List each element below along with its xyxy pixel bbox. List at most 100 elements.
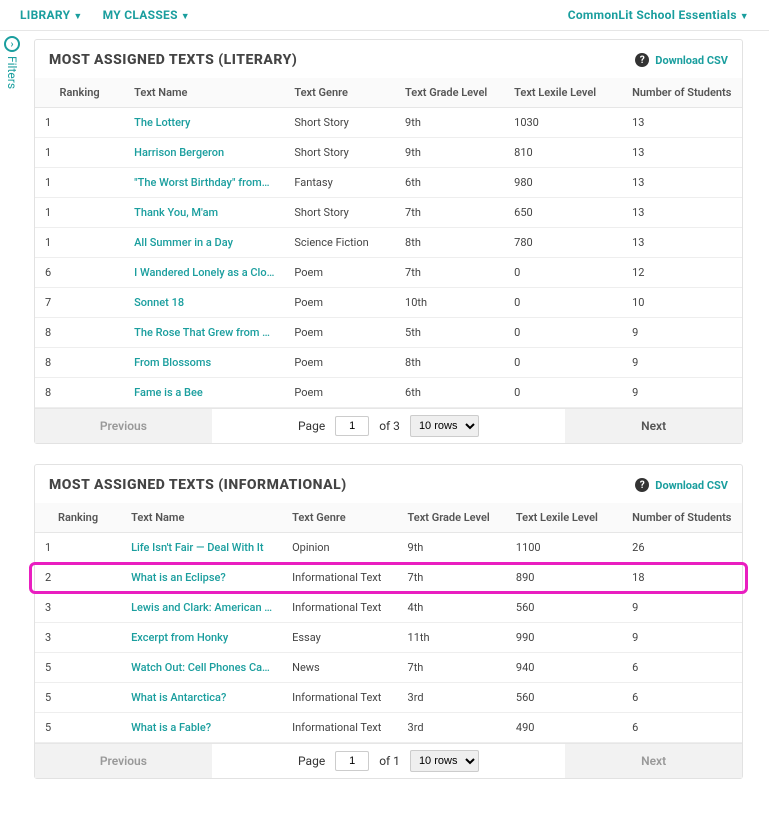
col-ranking[interactable]: Ranking [35, 503, 121, 533]
rows-select[interactable]: 10 rows [410, 415, 479, 437]
cell-rank: 2 [35, 563, 121, 593]
col-students[interactable]: Number of Students [622, 503, 742, 533]
cell-text-name[interactable]: What is a Fable? [121, 713, 282, 743]
cell-grade: 11th [398, 623, 506, 653]
cell-grade: 10th [395, 288, 504, 318]
col-text-name[interactable]: Text Name [121, 503, 282, 533]
cell-lexile: 890 [506, 563, 622, 593]
cell-text-name[interactable]: Sonnet 18 [124, 288, 284, 318]
rows-select[interactable]: 10 rows [410, 750, 479, 772]
next-button: Next [565, 744, 742, 778]
cell-text-name[interactable]: Harrison Bergeron [124, 138, 284, 168]
cell-students: 6 [622, 713, 742, 743]
cell-students: 18 [622, 563, 742, 593]
cell-text-name[interactable]: All Summer in a Day [124, 228, 284, 258]
cell-rank: 8 [35, 318, 124, 348]
cell-rank: 1 [35, 533, 121, 563]
of-pages: of 1 [379, 754, 400, 768]
cell-rank: 5 [35, 653, 121, 683]
previous-button: Previous [35, 744, 212, 778]
page-label: Page [298, 419, 325, 433]
cell-students: 10 [622, 288, 742, 318]
filters-toggle[interactable]: › Filters [4, 36, 20, 89]
cell-text-name[interactable]: Lewis and Clark: American … [121, 593, 282, 623]
panel-informational-title: MOST ASSIGNED TEXTS (INFORMATIONAL) [49, 477, 347, 493]
table-row: 8The Rose That Grew from …Poem5th09 [35, 318, 742, 348]
cell-genre: Informational Text [282, 593, 397, 623]
cell-text-name[interactable]: "The Worst Birthday" from… [124, 168, 284, 198]
cell-genre: Poem [284, 288, 395, 318]
col-students[interactable]: Number of Students [622, 78, 742, 108]
cell-genre: Poem [284, 258, 395, 288]
chevron-down-icon: ▼ [73, 12, 82, 22]
cell-students: 13 [622, 228, 742, 258]
cell-text-name[interactable]: Thank You, M'am [124, 198, 284, 228]
cell-lexile: 780 [504, 228, 622, 258]
table-row: 3Excerpt from HonkyEssay11th9909 [35, 623, 742, 653]
cell-lexile: 980 [504, 168, 622, 198]
table-row: 5What is a Fable?Informational Text3rd49… [35, 713, 742, 743]
page-input[interactable] [335, 416, 369, 436]
cell-text-name[interactable]: What is an Eclipse? [121, 563, 282, 593]
table-row: 1All Summer in a DayScience Fiction8th78… [35, 228, 742, 258]
cell-lexile: 1100 [506, 533, 622, 563]
cell-students: 6 [622, 653, 742, 683]
col-text-name[interactable]: Text Name [124, 78, 284, 108]
cell-grade: 7th [398, 653, 506, 683]
cell-text-name[interactable]: From Blossoms [124, 348, 284, 378]
page-input[interactable] [335, 751, 369, 771]
download-csv-button[interactable]: ? Download CSV [635, 53, 728, 67]
table-row: 7Sonnet 18Poem10th010 [35, 288, 742, 318]
cell-lexile: 560 [506, 593, 622, 623]
cell-text-name[interactable]: I Wandered Lonely as a Clo… [124, 258, 284, 288]
col-genre[interactable]: Text Genre [282, 503, 397, 533]
cell-text-name[interactable]: Watch Out: Cell Phones Ca… [121, 653, 282, 683]
cell-genre: Short Story [284, 108, 395, 138]
cell-grade: 4th [398, 593, 506, 623]
nav-my-classes[interactable]: MY CLASSES▼ [103, 8, 190, 22]
col-lexile[interactable]: Text Lexile Level [504, 78, 622, 108]
col-lexile[interactable]: Text Lexile Level [506, 503, 622, 533]
nav-library-label: LIBRARY [20, 8, 70, 22]
table-row: 2What is an Eclipse?Informational Text7t… [35, 563, 742, 593]
cell-lexile: 0 [504, 288, 622, 318]
cell-students: 26 [622, 533, 742, 563]
cell-students: 13 [622, 108, 742, 138]
cell-rank: 8 [35, 378, 124, 408]
cell-students: 13 [622, 168, 742, 198]
nav-essentials[interactable]: CommonLit School Essentials▼ [568, 8, 749, 22]
cell-text-name[interactable]: The Rose That Grew from … [124, 318, 284, 348]
cell-lexile: 560 [506, 683, 622, 713]
download-csv-label: Download CSV [655, 479, 728, 492]
cell-text-name[interactable]: The Lottery [124, 108, 284, 138]
cell-rank: 8 [35, 348, 124, 378]
cell-rank: 5 [35, 713, 121, 743]
cell-text-name[interactable]: Excerpt from Honky [121, 623, 282, 653]
cell-rank: 1 [35, 108, 124, 138]
cell-text-name[interactable]: Life Isn't Fair — Deal With It [121, 533, 282, 563]
cell-text-name[interactable]: What is Antarctica? [121, 683, 282, 713]
page-label: Page [298, 754, 325, 768]
content: MOST ASSIGNED TEXTS (LITERARY) ? Downloa… [0, 31, 769, 819]
col-ranking[interactable]: Ranking [35, 78, 124, 108]
cell-lexile: 490 [506, 713, 622, 743]
cell-students: 9 [622, 348, 742, 378]
nav-essentials-label: CommonLit School Essentials [568, 8, 737, 22]
cell-grade: 3rd [398, 683, 506, 713]
cell-text-name[interactable]: Fame is a Bee [124, 378, 284, 408]
download-csv-button[interactable]: ? Download CSV [635, 478, 728, 492]
cell-rank: 1 [35, 168, 124, 198]
chevron-down-icon: ▼ [740, 12, 749, 22]
cell-genre: Fantasy [284, 168, 395, 198]
of-pages: of 3 [379, 419, 400, 433]
col-genre[interactable]: Text Genre [284, 78, 395, 108]
next-button[interactable]: Next [565, 409, 742, 443]
col-grade[interactable]: Text Grade Level [395, 78, 504, 108]
chevron-right-icon: › [4, 36, 20, 52]
filters-label: Filters [5, 56, 19, 89]
panel-literary: MOST ASSIGNED TEXTS (LITERARY) ? Downloa… [34, 39, 743, 444]
cell-genre: Poem [284, 378, 395, 408]
nav-library[interactable]: LIBRARY▼ [20, 8, 83, 22]
col-grade[interactable]: Text Grade Level [398, 503, 506, 533]
download-csv-label: Download CSV [655, 54, 728, 67]
